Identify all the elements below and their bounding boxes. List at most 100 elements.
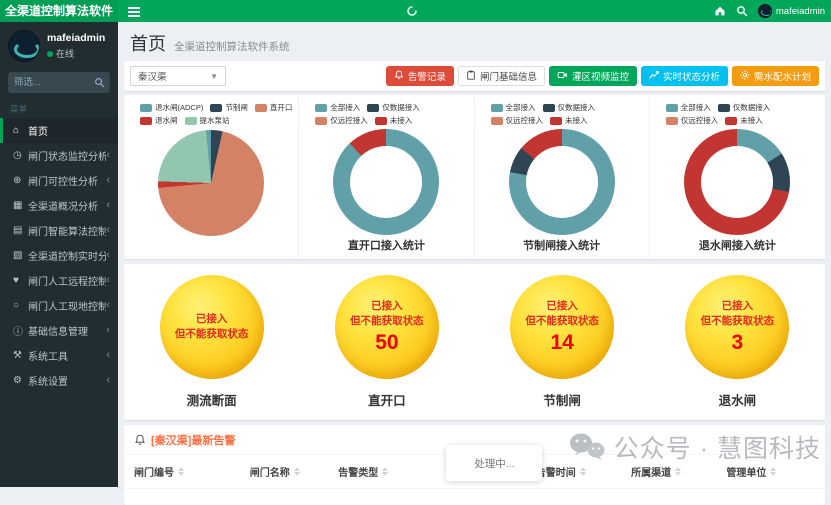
sidebar-item-label: 系统工具 xyxy=(28,348,106,363)
toolbar-button-0[interactable]: 告警记录 xyxy=(386,66,454,86)
sidebar-item-label: 闸门智能算法控制 xyxy=(28,223,106,238)
app-logo-title[interactable]: 全渠道控制算法软件 xyxy=(0,0,118,22)
legend-item[interactable]: 全部接入 xyxy=(666,102,711,113)
ball-note-line2: 但不能获取状态 xyxy=(701,314,775,329)
legend-color-chip xyxy=(666,104,678,112)
chevron-left-icon: ‹ xyxy=(106,300,110,311)
legend-label: 全部接入 xyxy=(330,102,360,113)
legend-item[interactable]: 仅远控接入 xyxy=(491,115,544,126)
page-subtitle: 全渠道控制算法软件系统 xyxy=(174,39,290,54)
legend-item[interactable]: 仅远控接入 xyxy=(315,115,368,126)
status-ball: 已接入但不能获取状态50 xyxy=(335,275,439,379)
column-label: 告警类型 xyxy=(338,464,378,479)
legend-item[interactable]: 仅数据接入 xyxy=(718,102,771,113)
chevron-left-icon: ‹ xyxy=(106,325,110,336)
legend-label: 退水闸 xyxy=(155,115,178,126)
chart-legend: 退水闸(ADCP) 节制闸直开口退水闸提水泵站 xyxy=(128,102,294,126)
sidebar-item-label: 全渠道控制实时分析 xyxy=(28,248,106,263)
legend-label: 仅远控接入 xyxy=(330,115,368,126)
chevron-left-icon: ‹ xyxy=(106,200,110,211)
legend-label: 未接入 xyxy=(390,115,413,126)
stats-panel: 已接入但不能获取状态测流断面已接入但不能获取状态50直开口已接入但不能获取状态1… xyxy=(124,264,825,420)
sidebar-item-7[interactable]: ○闸门人工现地控制‹ xyxy=(0,293,118,318)
sort-icon xyxy=(580,467,586,476)
legend-item[interactable]: 仅数据接入 xyxy=(367,102,420,113)
legend-item[interactable]: 节制闸 xyxy=(210,102,248,113)
legend-label: 仅数据接入 xyxy=(382,102,420,113)
ball-note-line2: 但不能获取状态 xyxy=(175,327,249,342)
chart-title: 直开口接入统计 xyxy=(303,237,469,253)
sidebar-item-5[interactable]: ▧全渠道控制实时分析‹ xyxy=(0,243,118,268)
sidebar-item-3[interactable]: ▦全渠道概况分析‹ xyxy=(0,193,118,218)
sidebar-item-label: 闸门状态监控分析 xyxy=(28,148,106,163)
sidebar-item-2[interactable]: ⊕闸门可控性分析‹ xyxy=(0,168,118,193)
alarm-column-header-0[interactable]: 闸门编号 xyxy=(134,464,250,479)
sidebar-item-label: 系统设置 xyxy=(28,373,106,388)
home-icon[interactable] xyxy=(714,5,727,18)
toolbar-button-3[interactable]: 实时状态分析 xyxy=(641,66,728,86)
legend-color-chip xyxy=(140,117,152,125)
stat-2: 已接入但不能获取状态14节制闸 xyxy=(475,264,650,420)
legend-item[interactable]: 未接入 xyxy=(375,115,413,126)
main-content: 首页 全渠道控制算法软件系统 秦汉渠 ▼ 告警记录闸门基础信息灌区视频监控实时状… xyxy=(118,22,831,487)
chart-legend: 全部接入仅数据接入仅远控接入未接入 xyxy=(479,102,645,126)
status-ball: 已接入但不能获取状态3 xyxy=(685,275,789,379)
legend-color-chip xyxy=(375,117,387,125)
legend-item[interactable]: 仅远控接入 xyxy=(666,115,719,126)
sidebar-search-button[interactable] xyxy=(88,72,110,93)
sidebar-item-8[interactable]: ⓘ基础信息管理‹ xyxy=(0,318,118,343)
avatar[interactable] xyxy=(8,30,40,62)
stat-3: 已接入但不能获取状态3退水闸 xyxy=(650,264,825,420)
sidebar-item-10[interactable]: ⚙系统设置‹ xyxy=(0,368,118,393)
sidebar-user-panel: mafeiadmin 在线 xyxy=(0,22,118,68)
legend-label: 仅远控接入 xyxy=(506,115,544,126)
sidebar-toggle-hamburger-icon[interactable] xyxy=(128,5,142,17)
alarms-title: [秦汉渠]最新告警 xyxy=(151,432,235,448)
sidebar-item-0[interactable]: ⌂首页 xyxy=(0,118,118,143)
chevron-left-icon: ‹ xyxy=(106,350,110,361)
navbar-username: mafeiadmin xyxy=(776,6,825,17)
alarm-column-header-5[interactable]: 管理单位 xyxy=(726,464,815,479)
sidebar-search xyxy=(8,72,110,93)
toolbar-button-4[interactable]: 需水配水计划 xyxy=(732,66,819,86)
channel-select[interactable]: 秦汉渠 ▼ xyxy=(130,66,226,86)
toolbar-button-2[interactable]: 灌区视频监控 xyxy=(549,66,637,86)
stat-label: 退水闸 xyxy=(719,390,757,409)
alarm-column-header-3[interactable]: 告警时间 xyxy=(536,464,631,479)
legend-color-chip xyxy=(315,104,327,112)
legend-color-chip xyxy=(210,104,222,112)
legend-item[interactable]: 仅数据接入 xyxy=(543,102,596,113)
sidebar-filter-input[interactable] xyxy=(8,77,88,88)
sidebar-section-label: 菜单 xyxy=(0,99,118,118)
sidebar-item-1[interactable]: ◷闸门状态监控分析‹ xyxy=(0,143,118,168)
chevron-left-icon: ‹ xyxy=(106,225,110,236)
legend-item[interactable]: 退水闸(ADCP) xyxy=(140,102,203,113)
sidebar-user-status: 在线 xyxy=(56,47,74,60)
legend-color-chip xyxy=(315,117,327,125)
grid-icon: ▦ xyxy=(13,200,28,211)
toolbar-button-label: 需水配水计划 xyxy=(754,69,811,83)
navbar-user[interactable]: mafeiadmin xyxy=(758,4,825,18)
toolbar-button-1[interactable]: 闸门基础信息 xyxy=(458,66,545,86)
toolbar: 秦汉渠 ▼ 告警记录闸门基础信息灌区视频监控实时状态分析 需水配水计划 xyxy=(124,61,825,91)
sort-icon xyxy=(178,467,184,476)
legend-color-chip xyxy=(367,104,379,112)
ball-note-line2: 但不能获取状态 xyxy=(350,314,424,329)
legend-item[interactable]: 直开口 xyxy=(255,102,293,113)
legend-item[interactable]: 全部接入 xyxy=(315,102,360,113)
legend-item[interactable]: 未接入 xyxy=(550,115,588,126)
legend-item[interactable]: 退水闸 xyxy=(140,115,178,126)
sidebar-item-label: 闸门可控性分析 xyxy=(28,173,106,188)
legend-label: 节制闸 xyxy=(225,102,248,113)
sidebar-item-6[interactable]: ♥闸门人工远程控制‹ xyxy=(0,268,118,293)
legend-item[interactable]: 全部接入 xyxy=(491,102,536,113)
legend-item[interactable]: 未接入 xyxy=(725,115,763,126)
legend-item[interactable]: 提水泵站 xyxy=(185,115,230,126)
alarm-column-header-1[interactable]: 闸门名称 xyxy=(250,464,339,479)
search-icon[interactable] xyxy=(736,5,749,18)
sidebar-item-label: 首页 xyxy=(28,123,110,138)
ball-value: 3 xyxy=(732,331,744,355)
alarm-column-header-4[interactable]: 所属渠道 xyxy=(631,464,726,479)
sidebar-item-9[interactable]: ⚒系统工具‹ xyxy=(0,343,118,368)
sidebar-item-4[interactable]: ▤闸门智能算法控制‹ xyxy=(0,218,118,243)
